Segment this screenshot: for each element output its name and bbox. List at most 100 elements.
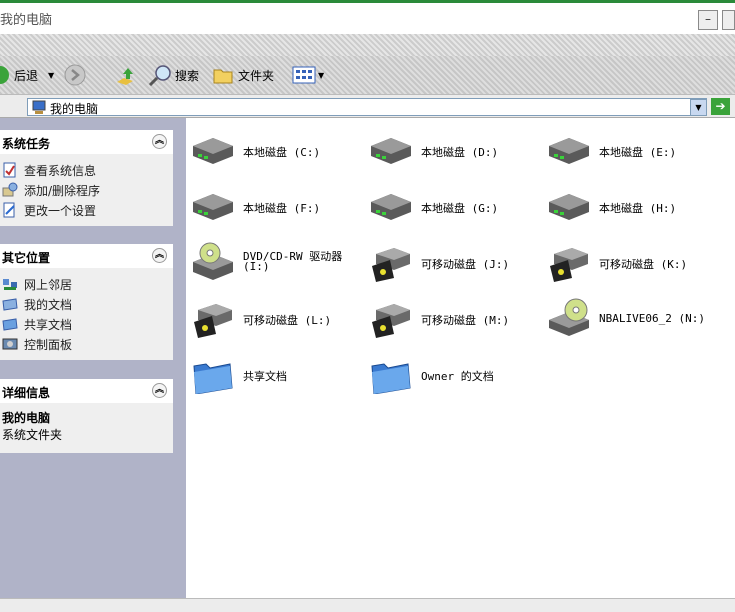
folder-owner-documents[interactable]: Owner 的文档 bbox=[364, 346, 542, 394]
forward-button[interactable] bbox=[64, 64, 86, 86]
folders-button[interactable]: 文件夹 bbox=[212, 65, 274, 85]
place-network[interactable]: 网上邻居 bbox=[0, 274, 173, 294]
removable-disk-icon bbox=[194, 304, 232, 338]
go-button[interactable]: ➔ bbox=[711, 98, 730, 115]
item-label: 本地磁盘 (F:) bbox=[243, 202, 321, 215]
search-icon bbox=[148, 65, 171, 86]
system-tasks-panel: 系统任务 ︽ 查看系统信息 添加/删除程序 更改一个设置 bbox=[0, 130, 173, 226]
network-places-icon bbox=[3, 279, 17, 290]
views-button[interactable]: ▼ bbox=[292, 65, 324, 85]
dvd-drive-icon bbox=[193, 242, 233, 280]
details-header[interactable]: 详细信息 ︽ bbox=[0, 379, 173, 403]
address-input[interactable]: 我的电脑 bbox=[27, 98, 707, 116]
back-arrow-icon bbox=[0, 66, 9, 84]
task-label: 查看系统信息 bbox=[24, 163, 97, 178]
add-remove-programs-icon bbox=[2, 182, 18, 197]
hard-disk-icon bbox=[193, 194, 233, 220]
removable-disk-icon bbox=[372, 304, 410, 338]
item-label: 可移动磁盘 (J:) bbox=[421, 258, 510, 271]
collapse-chevron-icon[interactable]: ︽ bbox=[152, 248, 167, 263]
task-change-setting[interactable]: 更改一个设置 bbox=[0, 200, 173, 220]
collapse-chevron-icon[interactable]: ︽ bbox=[152, 383, 167, 398]
drive-l-removable[interactable]: 可移动磁盘 (L:) bbox=[186, 290, 364, 338]
removable-disk-icon bbox=[550, 248, 588, 282]
item-label: 本地磁盘 (D:) bbox=[421, 146, 499, 159]
item-label: 本地磁盘 (G:) bbox=[421, 202, 499, 215]
place-my-documents[interactable]: 我的文档 bbox=[0, 294, 173, 314]
collapse-chevron-icon[interactable]: ︽ bbox=[152, 134, 167, 149]
item-label: 可移动磁盘 (K:) bbox=[599, 258, 688, 271]
item-label: 本地磁盘 (C:) bbox=[243, 146, 321, 159]
details-panel: 详细信息 ︽ 我的电脑 系统文件夹 bbox=[0, 379, 173, 453]
search-button-label: 搜索 bbox=[175, 68, 200, 83]
other-places-title: 其它位置 bbox=[2, 251, 51, 265]
place-label: 共享文档 bbox=[24, 317, 73, 332]
folder-icon bbox=[213, 69, 233, 84]
drive-c[interactable]: 本地磁盘 (C:) bbox=[186, 122, 364, 170]
search-button[interactable]: 搜索 bbox=[148, 65, 200, 86]
drive-k-removable[interactable]: 可移动磁盘 (K:) bbox=[542, 234, 720, 282]
item-label: Owner 的文档 bbox=[421, 370, 494, 383]
removable-disk-icon bbox=[372, 248, 410, 282]
item-label: NBALIVE06_2 (N:) bbox=[599, 312, 705, 325]
place-label: 网上邻居 bbox=[24, 277, 73, 292]
forward-arrow-icon bbox=[64, 64, 86, 86]
task-add-remove-programs[interactable]: 添加/删除程序 bbox=[0, 180, 173, 200]
back-button[interactable]: 后退 ▼ bbox=[0, 65, 54, 85]
drive-e[interactable]: 本地磁盘 (E:) bbox=[542, 122, 720, 170]
control-panel-icon bbox=[2, 338, 18, 350]
address-bar: 我的电脑 ▼ ➔ bbox=[0, 94, 735, 118]
task-pane: 系统任务 ︽ 查看系统信息 添加/删除程序 更改一个设置 其它位置 ︽ 网上邻居… bbox=[0, 118, 186, 598]
place-label: 控制面板 bbox=[24, 337, 73, 352]
folder-icon bbox=[193, 363, 233, 394]
back-dropdown-icon[interactable]: ▼ bbox=[48, 71, 54, 80]
minimize-button[interactable]: – bbox=[698, 10, 718, 30]
address-value: 我的电脑 bbox=[50, 102, 99, 116]
hard-disk-icon bbox=[549, 138, 589, 164]
drive-m-removable[interactable]: 可移动磁盘 (M:) bbox=[364, 290, 542, 338]
item-label: 共享文档 bbox=[243, 370, 287, 383]
back-button-label: 后退 bbox=[14, 68, 39, 83]
system-tasks-header[interactable]: 系统任务 ︽ bbox=[0, 130, 173, 154]
status-bar bbox=[0, 598, 735, 612]
drive-j-removable[interactable]: 可移动磁盘 (J:) bbox=[364, 234, 542, 282]
up-folder-button[interactable] bbox=[114, 65, 136, 85]
my-computer-icon bbox=[32, 100, 46, 114]
maximize-button[interactable] bbox=[722, 10, 735, 30]
folder-shared-documents[interactable]: 共享文档 bbox=[186, 346, 364, 394]
task-view-system-info[interactable]: 查看系统信息 bbox=[0, 160, 173, 180]
views-icon bbox=[292, 66, 316, 84]
folder-icon bbox=[371, 363, 411, 394]
views-dropdown-icon: ▼ bbox=[318, 70, 325, 80]
drive-f[interactable]: 本地磁盘 (F:) bbox=[186, 178, 364, 226]
address-dropdown-button[interactable]: ▼ bbox=[690, 99, 707, 116]
hard-disk-icon bbox=[193, 138, 233, 164]
details-title: 详细信息 bbox=[2, 386, 51, 400]
hard-disk-icon bbox=[549, 194, 589, 220]
drive-h[interactable]: 本地磁盘 (H:) bbox=[542, 178, 720, 226]
my-documents-icon bbox=[2, 298, 18, 311]
place-shared-documents[interactable]: 共享文档 bbox=[0, 314, 173, 334]
place-label: 我的文档 bbox=[24, 297, 73, 312]
details-name: 我的电脑 bbox=[2, 411, 51, 425]
other-places-header[interactable]: 其它位置 ︽ bbox=[0, 244, 173, 268]
title-bar: 我的电脑 – bbox=[0, 0, 735, 34]
item-label: 本地磁盘 (H:) bbox=[599, 202, 677, 215]
menu-bar[interactable] bbox=[0, 34, 735, 56]
drive-d[interactable]: 本地磁盘 (D:) bbox=[364, 122, 542, 170]
shared-documents-icon bbox=[2, 318, 18, 331]
system-tasks-title: 系统任务 bbox=[2, 137, 51, 151]
other-places-panel: 其它位置 ︽ 网上邻居 我的文档 共享文档 控制面板 bbox=[0, 244, 173, 360]
toolbar: 后退 ▼ 搜索 文件夹 ▼ bbox=[0, 56, 735, 94]
hard-disk-icon bbox=[371, 194, 411, 220]
item-label-drive-letter: (I:) bbox=[243, 260, 270, 273]
task-label: 添加/删除程序 bbox=[24, 183, 101, 198]
drive-i-dvd[interactable]: DVD/CD-RW 驱动器 (I:) bbox=[186, 234, 364, 282]
file-view: 本地磁盘 (C:) 本地磁盘 (D:) 本地磁盘 (E:) 本地磁盘 (F:) … bbox=[186, 118, 735, 598]
drive-g[interactable]: 本地磁盘 (G:) bbox=[364, 178, 542, 226]
folders-button-label: 文件夹 bbox=[238, 68, 275, 83]
task-label: 更改一个设置 bbox=[24, 203, 97, 218]
item-label: 可移动磁盘 (L:) bbox=[243, 314, 332, 327]
drive-n-cd[interactable]: NBALIVE06_2 (N:) bbox=[542, 290, 720, 338]
place-control-panel[interactable]: 控制面板 bbox=[0, 334, 173, 354]
